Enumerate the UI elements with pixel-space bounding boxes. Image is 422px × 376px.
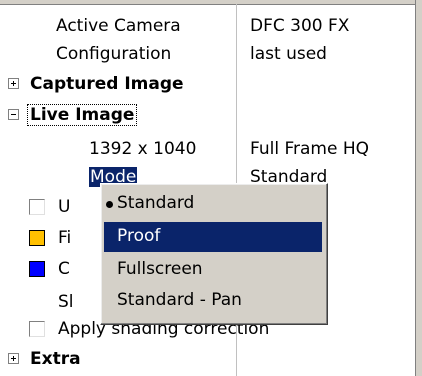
- resolution-label: 1392 x 1040: [89, 139, 197, 159]
- c-color-swatch[interactable]: [29, 261, 45, 277]
- resolution-value[interactable]: Full Frame HQ: [250, 139, 369, 159]
- row-captured-image[interactable]: Captured Image: [0, 70, 415, 100]
- expand-plus-icon[interactable]: [8, 78, 19, 89]
- menu-item-proof[interactable]: Proof: [104, 222, 322, 252]
- active-camera-value[interactable]: DFC 300 FX: [250, 16, 349, 36]
- menu-item-label: Standard: [117, 193, 195, 213]
- mode-context-menu: Standard Proof Fullscreen Standard - Pan: [100, 183, 328, 325]
- u-label: U: [58, 197, 71, 217]
- fi-label: Fi: [58, 228, 72, 248]
- menu-item-label: Proof: [117, 226, 161, 246]
- collapse-minus-icon[interactable]: [8, 109, 19, 120]
- live-image-category: Live Image: [27, 104, 138, 126]
- captured-image-category: Captured Image: [30, 74, 184, 94]
- extra-category: Extra: [30, 349, 81, 369]
- radio-bullet-icon: [106, 201, 113, 208]
- property-grid: Active Camera DFC 300 FX Configuration l…: [0, 0, 422, 376]
- row-resolution[interactable]: 1392 x 1040 Full Frame HQ: [0, 135, 415, 165]
- menu-item-standard-pan[interactable]: Standard - Pan: [104, 286, 322, 316]
- expand-plus-icon[interactable]: [8, 353, 19, 364]
- u-checkbox[interactable]: [29, 199, 45, 215]
- sl-label: Sl: [58, 292, 74, 312]
- panel-top-border: [0, 0, 422, 5]
- row-live-image[interactable]: Live Image: [0, 101, 415, 131]
- menu-item-fullscreen[interactable]: Fullscreen: [104, 255, 322, 285]
- menu-item-label: Standard - Pan: [117, 290, 242, 310]
- shading-checkbox[interactable]: [29, 321, 45, 337]
- row-configuration[interactable]: Configuration last used: [0, 40, 415, 70]
- row-active-camera[interactable]: Active Camera DFC 300 FX: [0, 12, 415, 42]
- menu-item-standard[interactable]: Standard: [104, 189, 322, 219]
- configuration-value[interactable]: last used: [250, 44, 327, 64]
- c-label: C: [58, 259, 70, 279]
- row-extra[interactable]: Extra: [0, 345, 415, 375]
- fi-color-swatch[interactable]: [29, 230, 45, 246]
- configuration-label: Configuration: [56, 44, 172, 64]
- active-camera-label: Active Camera: [56, 16, 181, 36]
- menu-item-label: Fullscreen: [117, 259, 203, 279]
- vertical-scrollbar[interactable]: [415, 0, 422, 376]
